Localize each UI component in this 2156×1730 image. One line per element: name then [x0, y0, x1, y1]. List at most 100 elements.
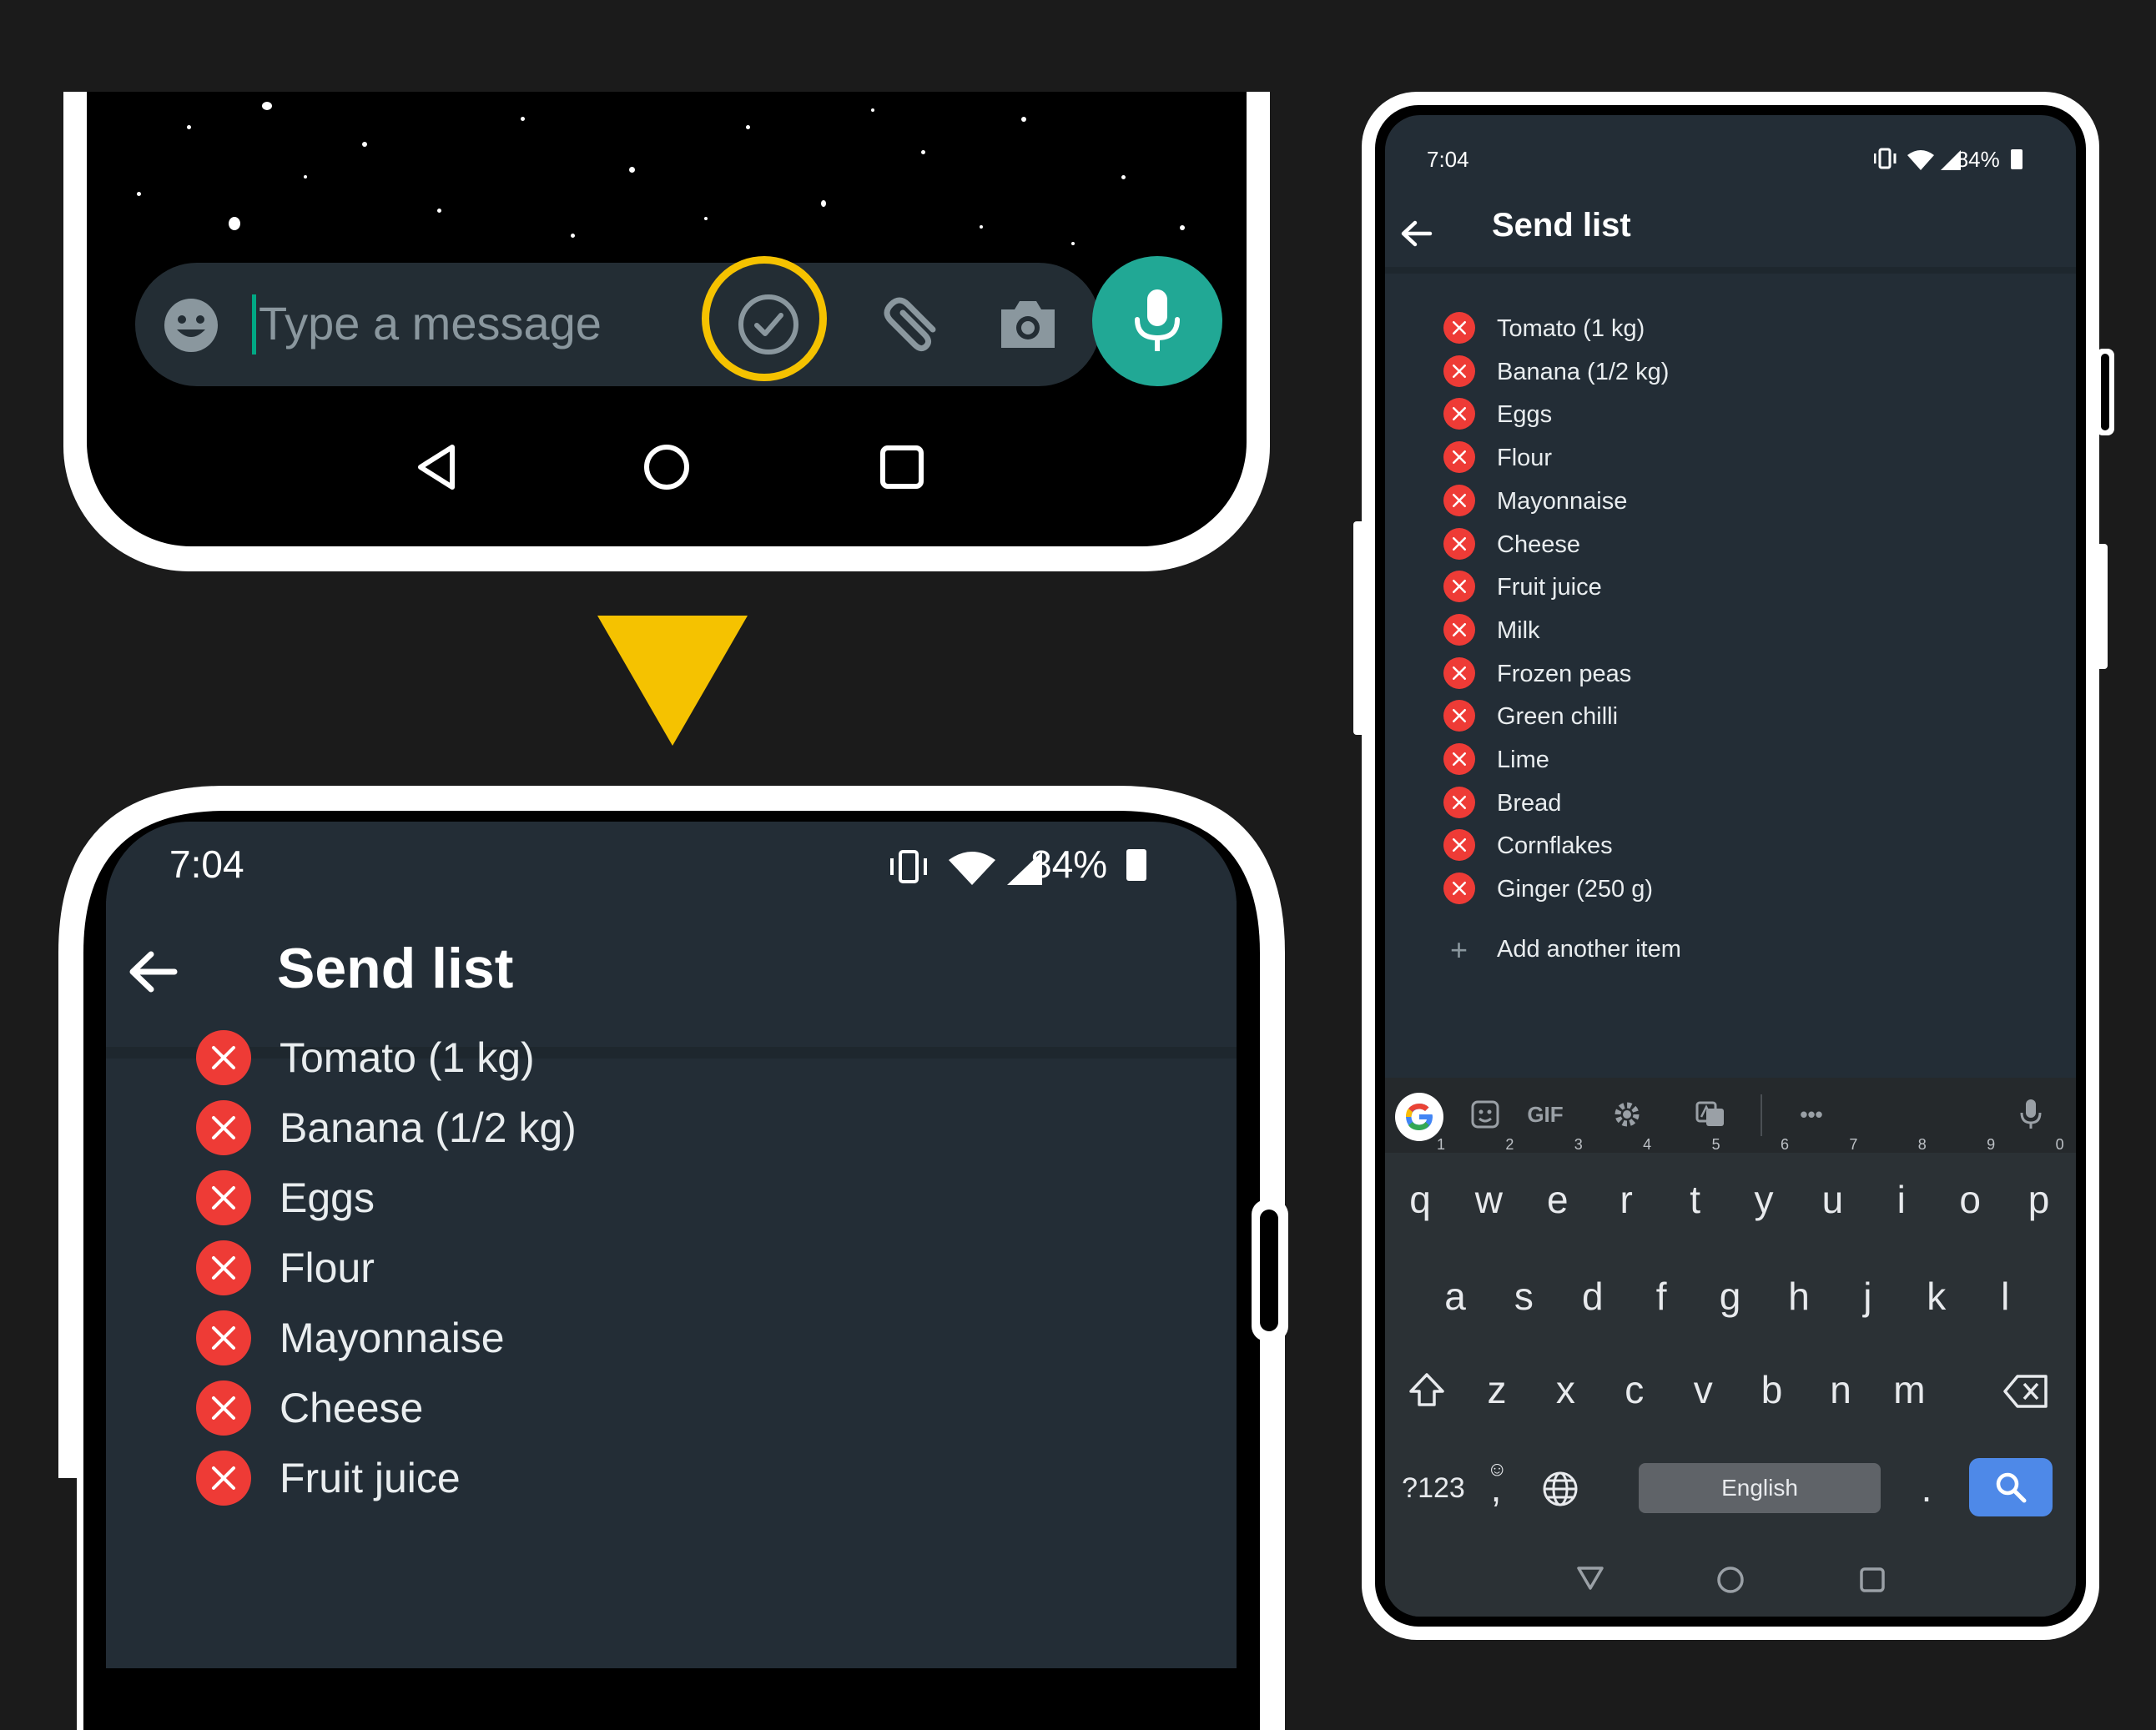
- remove-item-button[interactable]: [196, 1030, 251, 1085]
- key-i[interactable]: i8: [1870, 1136, 1933, 1241]
- remove-item-button[interactable]: [1443, 398, 1475, 430]
- period-key[interactable]: .: [1897, 1446, 1956, 1530]
- remove-item-button[interactable]: [1443, 441, 1475, 474]
- status-icons: [1874, 147, 1966, 172]
- remove-item-button[interactable]: [1443, 786, 1475, 818]
- list-item-label[interactable]: Lime: [1497, 747, 1549, 774]
- key-e[interactable]: e3: [1526, 1136, 1589, 1241]
- language-globe-icon[interactable]: [1527, 1446, 1594, 1530]
- key-b[interactable]: b: [1740, 1348, 1804, 1431]
- key-l[interactable]: l: [1973, 1255, 2037, 1338]
- key-u[interactable]: u7: [1801, 1136, 1864, 1241]
- sticker-icon[interactable]: [1467, 1096, 1504, 1133]
- list-item-label[interactable]: Milk: [1497, 617, 1540, 645]
- remove-item-button[interactable]: [196, 1380, 251, 1436]
- voice-input-microphone-icon[interactable]: [2012, 1096, 2049, 1133]
- nav-home-icon[interactable]: [642, 442, 692, 492]
- nav-recents-icon[interactable]: [1856, 1563, 1889, 1597]
- attachment-icon[interactable]: [874, 293, 941, 356]
- list-item-label[interactable]: Banana (1/2 kg): [1497, 359, 1669, 386]
- list-item-label[interactable]: Flour: [280, 1244, 375, 1292]
- symbols-key[interactable]: ?123: [1390, 1446, 1477, 1530]
- settings-gear-icon[interactable]: [1609, 1096, 1645, 1133]
- translate-icon[interactable]: [1692, 1096, 1729, 1133]
- key-n[interactable]: n: [1809, 1348, 1872, 1431]
- google-icon[interactable]: [1395, 1093, 1443, 1141]
- message-input-bar[interactable]: Type a message: [135, 263, 1101, 386]
- key-g[interactable]: g: [1699, 1255, 1762, 1338]
- list-item-label[interactable]: Cornflakes: [1497, 832, 1613, 860]
- battery-percent: 84%: [1956, 147, 2000, 172]
- remove-item-button[interactable]: [1443, 527, 1475, 560]
- list-item-label[interactable]: Fruit juice: [280, 1454, 461, 1502]
- remove-item-button[interactable]: [1443, 829, 1475, 862]
- key-r[interactable]: r4: [1594, 1136, 1658, 1241]
- key-p[interactable]: p0: [2007, 1136, 2071, 1241]
- camera-icon[interactable]: [996, 296, 1060, 351]
- backspace-key[interactable]: [1994, 1348, 2058, 1431]
- list-item-label[interactable]: Frozen peas: [1497, 661, 1631, 688]
- list-item-label[interactable]: Cheese: [280, 1384, 423, 1432]
- key-y[interactable]: y6: [1732, 1136, 1796, 1241]
- remove-item-button[interactable]: [196, 1240, 251, 1295]
- shift-key[interactable]: [1395, 1348, 1458, 1431]
- key-m[interactable]: m: [1877, 1348, 1941, 1431]
- list-item-label[interactable]: Tomato (1 kg): [280, 1033, 535, 1082]
- remove-item-button[interactable]: [1443, 656, 1475, 689]
- key-c[interactable]: c: [1603, 1348, 1666, 1431]
- list-item-label[interactable]: Mayonnaise: [280, 1314, 505, 1362]
- key-d[interactable]: d: [1561, 1255, 1625, 1338]
- gif-button[interactable]: GIF: [1512, 1096, 1579, 1133]
- list-item-label[interactable]: Tomato (1 kg): [1497, 315, 1645, 343]
- list-item-label[interactable]: Bread: [1497, 790, 1561, 817]
- key-k[interactable]: k: [1905, 1255, 1968, 1338]
- voice-message-button[interactable]: [1092, 256, 1222, 386]
- remove-item-button[interactable]: [1443, 484, 1475, 516]
- remove-item-button[interactable]: [196, 1100, 251, 1155]
- remove-item-button[interactable]: [196, 1170, 251, 1225]
- list-item-label[interactable]: Eggs: [1497, 401, 1552, 429]
- remove-item-button[interactable]: [1443, 355, 1475, 387]
- remove-item-button[interactable]: [1443, 312, 1475, 344]
- list-item-label[interactable]: Ginger (250 g): [1497, 876, 1653, 903]
- remove-item-button[interactable]: [1443, 743, 1475, 775]
- remove-item-button[interactable]: [1443, 700, 1475, 732]
- list-item-label[interactable]: Fruit juice: [1497, 574, 1602, 601]
- message-placeholder[interactable]: Type a message: [259, 296, 602, 350]
- space-bar[interactable]: English: [1639, 1463, 1881, 1513]
- key-h[interactable]: h: [1767, 1255, 1831, 1338]
- key-a[interactable]: a: [1423, 1255, 1487, 1338]
- add-item-label[interactable]: Add another item: [1497, 936, 1681, 963]
- list-item-label[interactable]: Eggs: [280, 1174, 375, 1222]
- key-j[interactable]: j: [1836, 1255, 1899, 1338]
- remove-item-button[interactable]: [196, 1310, 251, 1365]
- list-item-label[interactable]: Mayonnaise: [1497, 488, 1627, 515]
- remove-item-button[interactable]: [1443, 873, 1475, 905]
- nav-back-icon[interactable]: [412, 442, 462, 492]
- key-o[interactable]: o9: [1938, 1136, 2002, 1241]
- key-q[interactable]: q1: [1388, 1136, 1452, 1241]
- remove-item-button[interactable]: [1443, 613, 1475, 646]
- back-arrow-icon[interactable]: [1398, 215, 1435, 252]
- list-item-label[interactable]: Cheese: [1497, 531, 1580, 559]
- list-item-label[interactable]: Banana (1/2 kg): [280, 1104, 577, 1152]
- more-options-icon[interactable]: •••: [1782, 1096, 1841, 1133]
- emoji-comma-key[interactable]: ☺ ,: [1467, 1446, 1525, 1530]
- nav-recents-icon[interactable]: [877, 442, 927, 492]
- emoji-icon[interactable]: [162, 296, 220, 355]
- key-w[interactable]: w2: [1457, 1136, 1520, 1241]
- nav-home-icon[interactable]: [1714, 1563, 1747, 1597]
- back-arrow-icon[interactable]: [124, 943, 183, 1001]
- key-t[interactable]: t5: [1664, 1136, 1727, 1241]
- key-s[interactable]: s: [1492, 1255, 1555, 1338]
- search-key[interactable]: [1969, 1458, 2053, 1516]
- nav-back-icon[interactable]: [1574, 1563, 1607, 1593]
- remove-item-button[interactable]: [196, 1451, 251, 1506]
- key-x[interactable]: x: [1534, 1348, 1597, 1431]
- list-item-label[interactable]: Green chilli: [1497, 703, 1618, 731]
- list-item-label[interactable]: Flour: [1497, 445, 1552, 472]
- remove-item-button[interactable]: [1443, 571, 1475, 603]
- key-z[interactable]: z: [1465, 1348, 1529, 1431]
- key-v[interactable]: v: [1671, 1348, 1735, 1431]
- key-f[interactable]: f: [1630, 1255, 1693, 1338]
